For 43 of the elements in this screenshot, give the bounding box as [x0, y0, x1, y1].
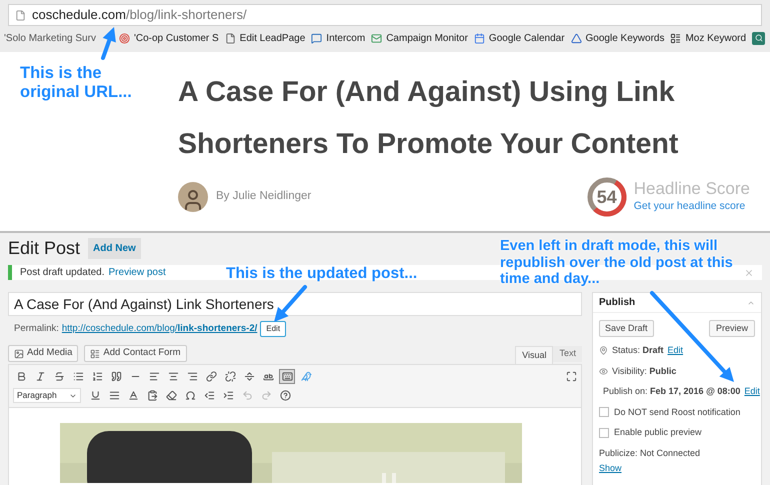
preview-post-link[interactable]: Preview post: [108, 265, 166, 280]
publish-setting: Visibility: Public: [612, 364, 676, 378]
bookmark-link[interactable]: Intercom: [326, 30, 366, 46]
callout-text: Even left in draft mode, this will republish over the old post at this time and day...: [500, 238, 734, 288]
address-bar[interactable]: coschedule.com/blog/link-shorteners/: [8, 4, 762, 26]
title-field[interactable]: A Case For (And Against) Link Shorteners: [8, 292, 582, 316]
score-value: 54: [596, 187, 617, 207]
publish-setting: Publish on: Feb 17, 2016 @ 08:00: [603, 385, 740, 398]
editor-tab[interactable]: Text: [553, 346, 582, 362]
publish-setting: Status: Draft: [612, 344, 664, 357]
save-draft-button[interactable]: Save Draft: [599, 320, 654, 337]
url-text: coschedule.com/blog/link-shorteners/: [32, 6, 247, 24]
checkbox-label: Do NOT send Roost notification: [614, 406, 740, 418]
page-heading: Edit Post: [8, 236, 80, 260]
permalink-label: Permalink:: [14, 322, 59, 336]
callout-text: This is the updated post...: [226, 265, 418, 283]
edit-link[interactable]: Edit: [744, 385, 760, 398]
checkbox-label: Enable public preview: [614, 426, 702, 439]
show-link[interactable]: Show: [599, 462, 755, 476]
notice-text: Post draft updated.: [20, 266, 105, 280]
bookmark-link[interactable]: Google Keywords: [586, 30, 664, 46]
format-select[interactable]: Paragraph: [13, 388, 81, 403]
edit-link[interactable]: Edit: [668, 344, 684, 358]
editor-tab[interactable]: Visual: [515, 346, 554, 364]
bookmark-link[interactable]: Campaign Monitor: [386, 30, 468, 46]
bookmark-link[interactable]: Edit LeadPage: [240, 30, 306, 46]
bookmark-link[interactable]: Moz Keyword: [685, 30, 746, 46]
permalink-link[interactable]: http://coschedule.com/blog/link-shorteners-2/: [62, 322, 258, 336]
callout-text: This is the original URL...: [20, 64, 133, 102]
preview-button[interactable]: Preview: [708, 320, 755, 337]
bookmark-link[interactable]: Google Calendar: [488, 30, 565, 46]
media-button[interactable]: Add Contact Form: [84, 345, 187, 362]
bookmark-link[interactable]: 'Solo Marketing Surv: [4, 30, 96, 46]
article-title: A Case For (And Against) Using Link Shorteners To Promote Your Content: [178, 75, 680, 162]
add-new-button[interactable]: Add New: [88, 238, 141, 258]
score-label: Headline Score: [634, 179, 750, 200]
byline: By Julie Neidlinger: [216, 189, 312, 204]
score-link[interactable]: Get your headline score: [634, 199, 750, 215]
bookmark-link[interactable]: 'Co-op Customer S: [134, 30, 219, 46]
edit-permalink-button[interactable]: Edit: [260, 321, 286, 337]
media-button[interactable]: Add Media: [8, 345, 78, 362]
publicize-status: Publicize: Not Connected: [599, 446, 702, 460]
publish-heading: Publish: [599, 296, 636, 310]
